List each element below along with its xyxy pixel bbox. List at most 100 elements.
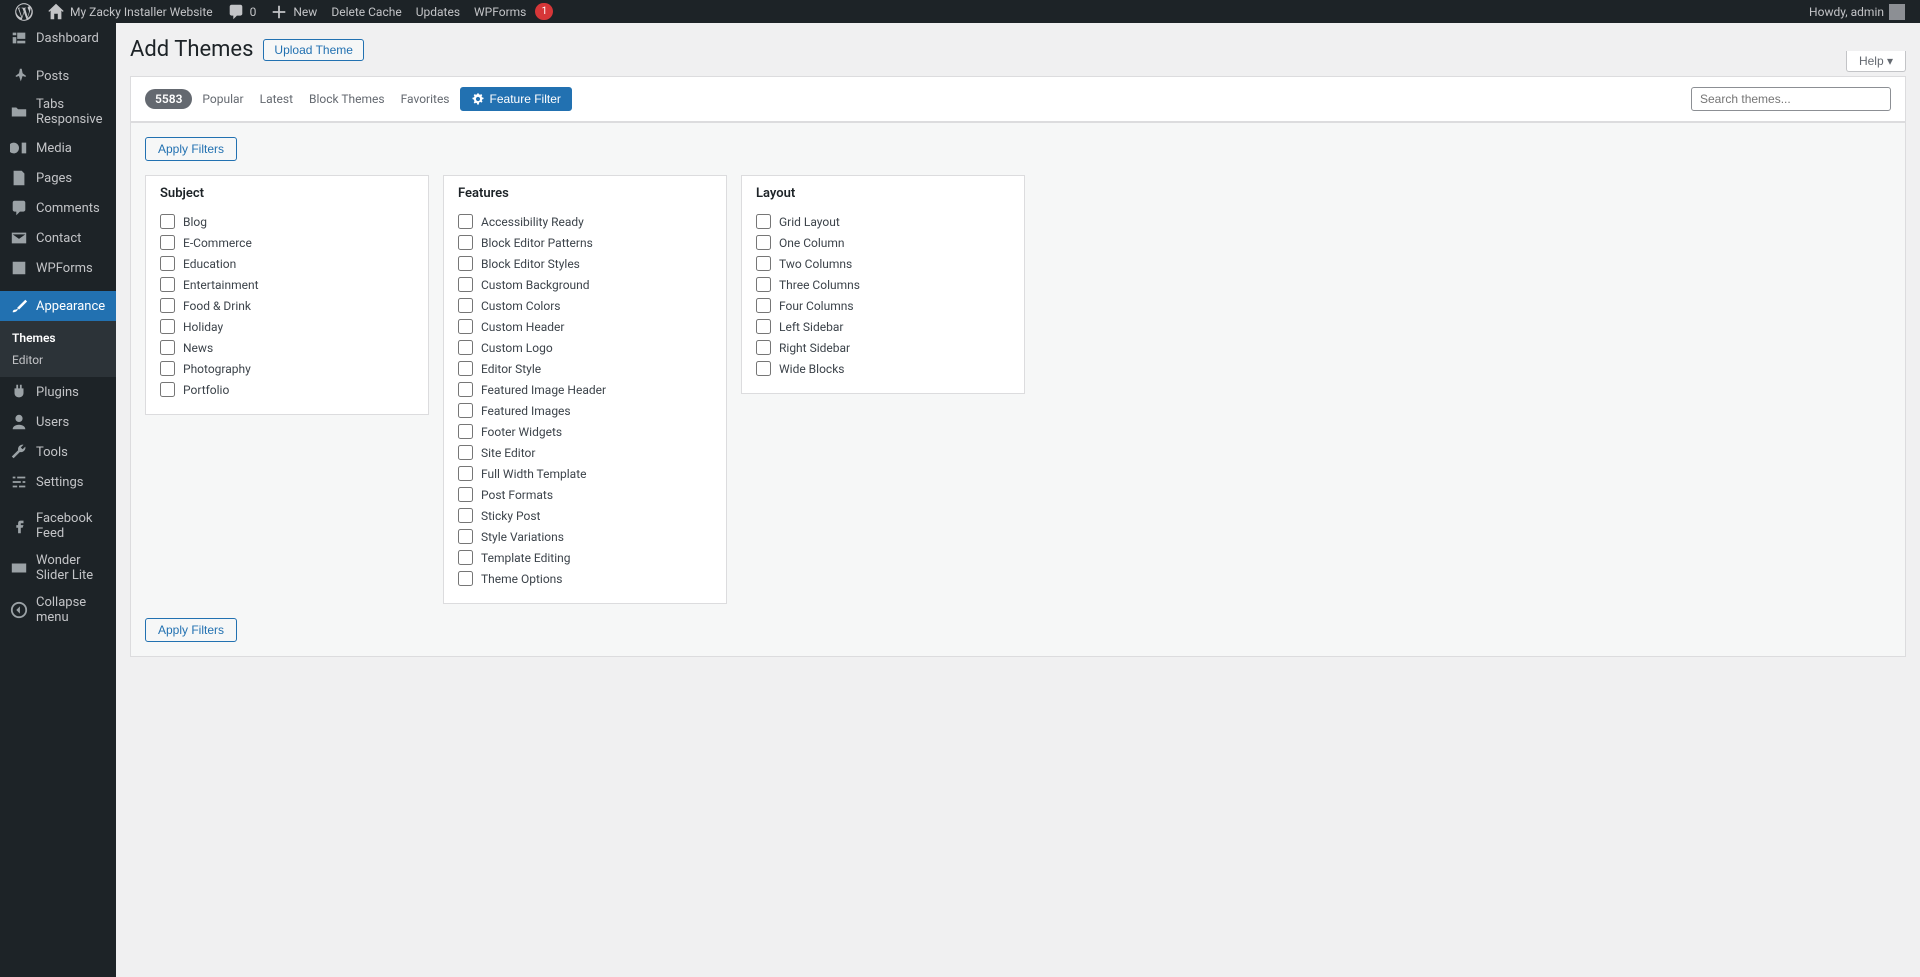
filter-checkbox-input[interactable] [160,340,175,355]
filter-checkbox[interactable]: Wide Blocks [756,358,1010,379]
filter-checkbox-input[interactable] [458,403,473,418]
filter-checkbox[interactable]: Photography [160,358,414,379]
filter-checkbox[interactable]: Portfolio [160,379,414,400]
filter-checkbox-input[interactable] [756,214,771,229]
updates-link[interactable]: Updates [409,0,467,23]
filter-checkbox-input[interactable] [458,571,473,586]
filter-checkbox[interactable]: Template Editing [458,547,712,568]
filter-checkbox[interactable]: Blog [160,211,414,232]
filter-checkbox[interactable]: Block Editor Styles [458,253,712,274]
filter-checkbox[interactable]: Theme Options [458,568,712,589]
filter-checkbox-input[interactable] [458,382,473,397]
upload-theme-button[interactable]: Upload Theme [263,39,364,61]
filter-checkbox-input[interactable] [458,256,473,271]
filter-checkbox-input[interactable] [458,550,473,565]
filter-checkbox[interactable]: Featured Image Header [458,379,712,400]
filter-checkbox[interactable]: Three Columns [756,274,1010,295]
account-link[interactable]: Howdy, admin [1802,0,1912,23]
filter-checkbox-input[interactable] [458,298,473,313]
filter-checkbox[interactable]: Grid Layout [756,211,1010,232]
sidebar-item-pages[interactable]: Pages [0,163,116,193]
filter-checkbox-input[interactable] [756,235,771,250]
filter-checkbox-input[interactable] [458,508,473,523]
filter-checkbox-input[interactable] [458,319,473,334]
filter-checkbox-input[interactable] [458,445,473,460]
filter-checkbox[interactable]: E-Commerce [160,232,414,253]
feature-filter-button[interactable]: Feature Filter [460,87,572,111]
filter-checkbox[interactable]: Block Editor Patterns [458,232,712,253]
filter-checkbox-input[interactable] [756,319,771,334]
filter-checkbox-input[interactable] [160,235,175,250]
filter-checkbox[interactable]: Two Columns [756,253,1010,274]
search-input[interactable] [1691,87,1891,111]
filter-checkbox[interactable]: One Column [756,232,1010,253]
filter-checkbox-input[interactable] [458,361,473,376]
filter-checkbox-input[interactable] [160,361,175,376]
filter-checkbox[interactable]: Education [160,253,414,274]
filter-checkbox[interactable]: Left Sidebar [756,316,1010,337]
filter-checkbox-input[interactable] [458,214,473,229]
sidebar-subitem-themes[interactable]: Themes [0,327,116,349]
filter-checkbox-input[interactable] [160,277,175,292]
filter-checkbox-input[interactable] [458,340,473,355]
filter-checkbox[interactable]: Accessibility Ready [458,211,712,232]
sidebar-item-contact[interactable]: Contact [0,223,116,253]
sidebar-item-media[interactable]: Media [0,133,116,163]
filter-checkbox[interactable]: Style Variations [458,526,712,547]
filter-block-themes[interactable]: Block Themes [309,92,385,106]
sidebar-item-tabs-responsive[interactable]: Tabs Responsive [0,91,116,133]
sidebar-item-plugins[interactable]: Plugins [0,377,116,407]
filter-checkbox[interactable]: Post Formats [458,484,712,505]
sidebar-item-wonder-slider[interactable]: Wonder Slider Lite [0,547,116,589]
filter-checkbox-input[interactable] [160,256,175,271]
sidebar-item-facebook-feed[interactable]: Facebook Feed [0,505,116,547]
filter-favorites[interactable]: Favorites [401,92,450,106]
filter-checkbox[interactable]: Editor Style [458,358,712,379]
filter-checkbox-input[interactable] [756,340,771,355]
filter-checkbox[interactable]: Right Sidebar [756,337,1010,358]
filter-checkbox-input[interactable] [160,382,175,397]
filter-checkbox-input[interactable] [458,487,473,502]
sidebar-item-tools[interactable]: Tools [0,437,116,467]
sidebar-item-comments[interactable]: Comments [0,193,116,223]
sidebar-item-settings[interactable]: Settings [0,467,116,497]
help-button[interactable]: Help ▾ [1846,51,1906,72]
filter-checkbox-input[interactable] [160,214,175,229]
filter-checkbox-input[interactable] [756,361,771,376]
wpforms-link[interactable]: WPForms1 [467,0,560,23]
filter-checkbox-input[interactable] [458,424,473,439]
filter-checkbox-input[interactable] [458,235,473,250]
filter-checkbox[interactable]: Featured Images [458,400,712,421]
comments-link[interactable]: 0 [220,0,264,23]
filter-latest[interactable]: Latest [260,92,293,106]
filter-checkbox[interactable]: Food & Drink [160,295,414,316]
filter-checkbox-input[interactable] [160,319,175,334]
filter-checkbox[interactable]: Entertainment [160,274,414,295]
filter-checkbox[interactable]: Sticky Post [458,505,712,526]
sidebar-item-appearance[interactable]: Appearance [0,291,116,321]
sidebar-item-collapse[interactable]: Collapse menu [0,589,116,631]
filter-checkbox[interactable]: Custom Colors [458,295,712,316]
filter-checkbox[interactable]: News [160,337,414,358]
filter-checkbox-input[interactable] [458,529,473,544]
filter-checkbox[interactable]: Footer Widgets [458,421,712,442]
filter-checkbox-input[interactable] [756,256,771,271]
filter-checkbox-input[interactable] [160,298,175,313]
filter-checkbox-input[interactable] [458,277,473,292]
filter-checkbox[interactable]: Holiday [160,316,414,337]
sidebar-item-posts[interactable]: Posts [0,61,116,91]
sidebar-item-users[interactable]: Users [0,407,116,437]
filter-checkbox-input[interactable] [756,298,771,313]
apply-filters-bottom-button[interactable]: Apply Filters [145,618,237,642]
sidebar-item-wpforms[interactable]: WPForms [0,253,116,283]
sidebar-item-dashboard[interactable]: Dashboard [0,23,116,53]
filter-checkbox-input[interactable] [458,466,473,481]
filter-checkbox[interactable]: Custom Header [458,316,712,337]
filter-checkbox[interactable]: Site Editor [458,442,712,463]
site-name-link[interactable]: My Zacky Installer Website [40,0,220,23]
filter-checkbox[interactable]: Custom Background [458,274,712,295]
filter-checkbox-input[interactable] [756,277,771,292]
filter-checkbox[interactable]: Four Columns [756,295,1010,316]
filter-checkbox[interactable]: Custom Logo [458,337,712,358]
new-link[interactable]: New [263,0,324,23]
